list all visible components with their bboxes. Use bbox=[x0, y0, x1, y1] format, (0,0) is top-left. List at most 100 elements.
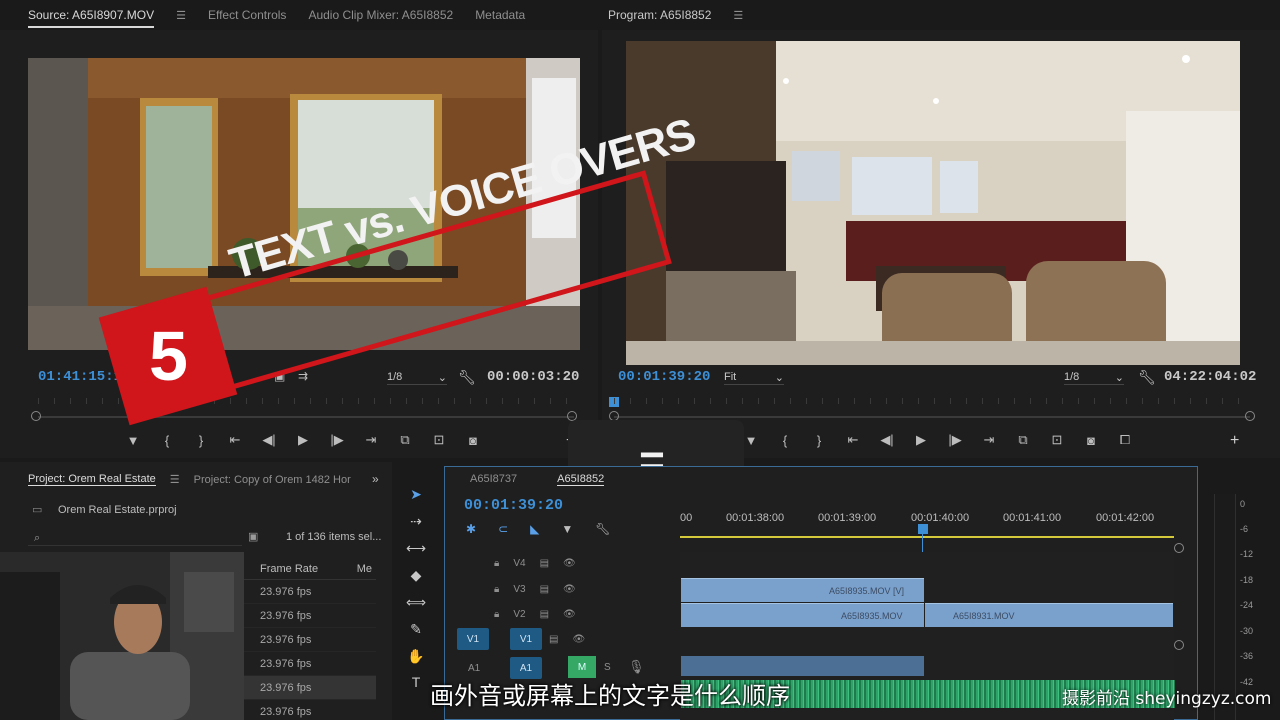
mark-out-icon[interactable]: } bbox=[194, 433, 208, 448]
panel-menu-icon[interactable]: ☰ bbox=[176, 9, 186, 22]
work-area-bar[interactable] bbox=[680, 536, 1174, 538]
overwrite-icon[interactable]: ⊡ bbox=[432, 432, 446, 448]
add-edit-icon[interactable]: ◣ bbox=[530, 522, 539, 536]
snap-icon[interactable]: ✱ bbox=[466, 522, 476, 536]
linked-selection-icon[interactable]: ⊂ bbox=[498, 522, 508, 536]
tab-project-copy[interactable]: Project: Copy of Orem 1482 Hor bbox=[194, 474, 351, 486]
eye-icon[interactable]: 👁︎ bbox=[563, 558, 576, 569]
extract-icon[interactable]: ⊡ bbox=[1050, 432, 1064, 448]
sync-lock-icon[interactable]: ▤ bbox=[540, 558, 549, 569]
type-tool-icon[interactable]: T bbox=[406, 674, 426, 690]
list-item[interactable]: 23.976 fps bbox=[244, 580, 376, 604]
camera-icon[interactable]: ◙ bbox=[466, 433, 480, 448]
tab-source[interactable]: Source: A65I8907.MOV bbox=[28, 8, 155, 28]
clip-v2-a[interactable]: A65I8935.MOV bbox=[681, 603, 924, 627]
program-zoom-handle-right[interactable] bbox=[1245, 411, 1255, 421]
add-marker-icon[interactable]: ▼ bbox=[561, 522, 573, 536]
timeline-scroll-handle[interactable] bbox=[1174, 640, 1184, 650]
webcam-overlay bbox=[0, 552, 244, 720]
mark-out-icon[interactable]: } bbox=[812, 433, 826, 448]
selection-tool-icon[interactable]: ➤ bbox=[406, 486, 426, 503]
slip-tool-icon[interactable]: ⟺ bbox=[406, 594, 426, 611]
tab-effect-controls[interactable]: Effect Controls bbox=[208, 8, 286, 22]
timeline-tabs: A65I8737 A65I8852 bbox=[470, 473, 605, 486]
project-file-name: Orem Real Estate.prproj bbox=[58, 504, 177, 516]
clip-v3[interactable]: A65I8935.MOV [V] bbox=[681, 578, 924, 602]
mute-button[interactable]: M bbox=[568, 656, 596, 678]
lock-icon[interactable]: 🔒︎ bbox=[494, 584, 499, 595]
go-to-in-icon[interactable]: ⇤ bbox=[846, 432, 860, 448]
tab-audio-clip-mixer[interactable]: Audio Clip Mixer: A65I8852 bbox=[308, 8, 453, 22]
panel-menu-icon[interactable]: ☰ bbox=[733, 9, 743, 22]
microphone-icon[interactable]: 🎙︎ bbox=[628, 659, 645, 675]
list-item[interactable]: 23.976 fps bbox=[244, 628, 376, 652]
timeline-playhead-handle[interactable] bbox=[918, 524, 928, 534]
step-forward-icon[interactable]: |▶ bbox=[330, 432, 344, 448]
play-icon[interactable]: ▶ bbox=[914, 432, 928, 448]
camera-icon[interactable]: ◙ bbox=[1084, 433, 1098, 448]
list-item[interactable]: 23.976 fps bbox=[244, 604, 376, 628]
play-icon[interactable]: ▶ bbox=[296, 432, 310, 448]
program-time-ruler[interactable] bbox=[614, 398, 1250, 404]
eye-icon[interactable]: 👁︎ bbox=[563, 584, 576, 595]
list-item[interactable]: 23.976 fps bbox=[244, 652, 376, 676]
program-resolution-value: 1/8 bbox=[1064, 371, 1080, 383]
source-patch-a1[interactable]: A1 bbox=[468, 663, 480, 674]
timeline-scroll-handle[interactable] bbox=[1174, 543, 1184, 553]
program-zoom-bar[interactable] bbox=[614, 416, 1250, 418]
project-search-input[interactable]: ⌕ bbox=[28, 528, 242, 546]
track-target-v1[interactable]: V1 bbox=[510, 628, 542, 650]
sync-lock-icon[interactable]: ▤ bbox=[549, 634, 558, 645]
step-back-icon[interactable]: ◀| bbox=[880, 432, 894, 448]
razor-tool-icon[interactable]: ◆ bbox=[406, 567, 426, 584]
timeline-timecode[interactable]: 00:01:39:20 bbox=[464, 497, 563, 514]
add-marker-icon[interactable]: ▼ bbox=[744, 433, 758, 448]
program-panel-tabs: Program: A65I8852 ☰ bbox=[608, 0, 743, 30]
ripple-edit-tool-icon[interactable]: ⟷ bbox=[406, 540, 426, 557]
go-to-out-icon[interactable]: ⇥ bbox=[364, 432, 378, 448]
program-resolution-select[interactable]: 1/8 ⌄ bbox=[1064, 371, 1124, 385]
clip-v2-b[interactable]: A65I8931.MOV bbox=[925, 603, 1173, 627]
column-frame-rate[interactable]: Frame Rate bbox=[260, 563, 318, 575]
mark-in-icon[interactable]: { bbox=[778, 433, 792, 448]
tab-program[interactable]: Program: A65I8852 bbox=[608, 8, 711, 22]
list-item-selected[interactable]: 23.976 fps bbox=[244, 676, 376, 700]
audio-clip-a1[interactable] bbox=[681, 656, 924, 676]
column-media[interactable]: Me bbox=[357, 563, 372, 575]
wrench-icon[interactable]: 🔧︎ bbox=[1138, 369, 1156, 386]
tab-metadata[interactable]: Metadata bbox=[475, 8, 525, 22]
eye-icon[interactable]: 👁︎ bbox=[563, 609, 576, 620]
tab-sequence-a65i8737[interactable]: A65I8737 bbox=[470, 473, 517, 486]
eye-icon[interactable]: 👁︎ bbox=[572, 634, 585, 645]
list-item[interactable]: 23.976 fps bbox=[244, 700, 376, 720]
program-fit-select[interactable]: Fit ⌄ bbox=[724, 371, 784, 385]
lift-icon[interactable]: ⧉ bbox=[1016, 432, 1030, 448]
tab-sequence-a65i8852[interactable]: A65I8852 bbox=[557, 473, 605, 486]
comparison-view-icon[interactable]: ⧠ bbox=[1118, 432, 1132, 448]
lock-icon[interactable]: 🔒︎ bbox=[494, 558, 499, 569]
hand-tool-icon[interactable]: ✋ bbox=[406, 648, 426, 665]
panel-menu-icon[interactable]: ☰ bbox=[170, 473, 180, 486]
tab-project-orem[interactable]: Project: Orem Real Estate bbox=[28, 473, 156, 486]
wrench-icon[interactable]: 🔧︎ bbox=[595, 522, 610, 536]
add-marker-icon[interactable]: ▼ bbox=[126, 433, 140, 448]
add-button-icon[interactable]: + bbox=[1230, 432, 1239, 450]
source-patch-v1[interactable]: V1 bbox=[457, 628, 489, 650]
pen-tool-icon[interactable]: ✎ bbox=[406, 621, 426, 638]
go-to-in-icon[interactable]: ⇤ bbox=[228, 432, 242, 448]
track-select-tool-icon[interactable]: ⇢ bbox=[406, 513, 426, 530]
chevron-down-icon: ⌄ bbox=[1114, 372, 1124, 384]
solo-button[interactable]: S bbox=[604, 662, 611, 673]
new-bin-icon[interactable]: ▣ bbox=[248, 530, 258, 543]
go-to-out-icon[interactable]: ⇥ bbox=[982, 432, 996, 448]
sync-lock-icon[interactable]: ▤ bbox=[540, 609, 549, 620]
insert-icon[interactable]: ⧉ bbox=[398, 432, 412, 448]
source-zoom-handle-left[interactable] bbox=[31, 411, 41, 421]
lock-icon[interactable]: 🔒︎ bbox=[494, 609, 499, 620]
step-forward-icon[interactable]: |▶ bbox=[948, 432, 962, 448]
source-transport-controls: ▼ { } ⇤ ◀| ▶ |▶ ⇥ ⧉ ⊡ ◙ bbox=[126, 432, 480, 448]
overflow-chevron-icon[interactable]: » bbox=[372, 472, 379, 486]
mark-in-icon[interactable]: { bbox=[160, 433, 174, 448]
step-back-icon[interactable]: ◀| bbox=[262, 432, 276, 448]
sync-lock-icon[interactable]: ▤ bbox=[540, 584, 549, 595]
